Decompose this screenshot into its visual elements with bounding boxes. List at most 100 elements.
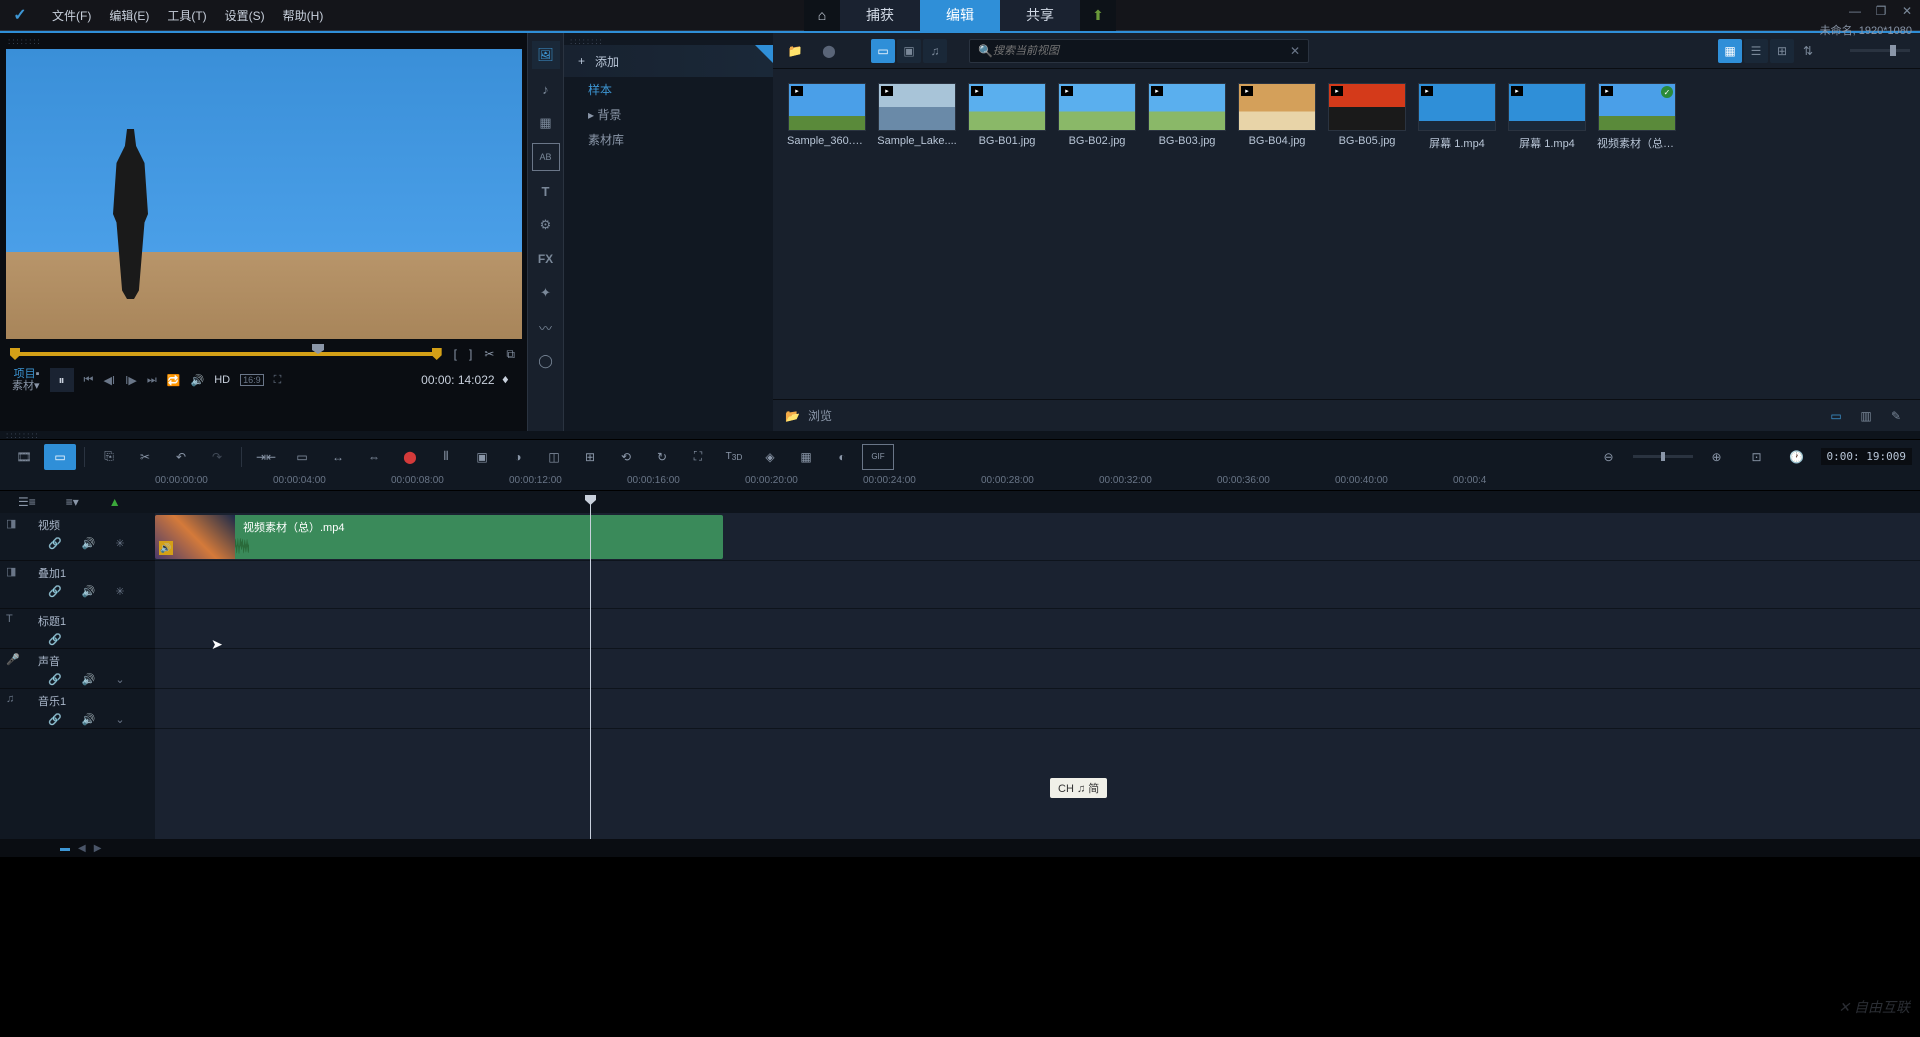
motion-icon[interactable]: ✦ [532,279,560,307]
tl-undo-icon[interactable]: ↶ [165,444,197,470]
track-header-overlay[interactable]: ◨ 叠加1 🔗🔊✳ [0,561,155,609]
view-grid-icon[interactable]: ⊞ [1770,39,1794,63]
mute-icon[interactable]: 🔊 [82,537,96,550]
filter-video-icon[interactable]: ▭ [871,39,895,63]
expand-icon[interactable]: ⌄ [115,713,124,726]
go-start-button[interactable]: ⏮ [84,374,94,387]
tl-trim-icon[interactable]: ⇥⇤ [250,444,282,470]
footer-btn-2-icon[interactable]: ▥ [1854,404,1878,428]
go-end-button[interactable]: ⏭ [147,374,157,387]
menu-tools[interactable]: 工具(T) [167,7,206,24]
mark-out-icon[interactable]: ] [469,347,472,362]
media-thumb[interactable]: ▸BG-B01.jpg [967,83,1047,151]
fx-icon[interactable]: FX [532,245,560,273]
zoom-clock-icon[interactable]: 🕐 [1781,444,1813,470]
menu-help[interactable]: 帮助(H) [283,7,324,24]
split-icon[interactable]: ✂ [484,347,494,362]
tl-roll-icon[interactable]: ⇔ [358,444,390,470]
pause-button[interactable]: ⏸ [50,368,74,392]
thumb-size-slider[interactable] [1850,49,1910,52]
timeline-ruler[interactable]: 00:00:00:0000:00:04:0000:00:08:0000:00:1… [0,473,1920,491]
tl-adjust-icon[interactable]: ◐ [826,444,858,470]
scrub-bar[interactable] [12,352,440,356]
zoom-slider[interactable] [1633,455,1693,458]
tl-copy-icon[interactable]: ⎘ [93,444,125,470]
mute-icon[interactable]: 🔊 [82,713,96,726]
add-media-button[interactable]: + 添加 [564,45,773,77]
view-large-icon[interactable]: ▦ [1718,39,1742,63]
track-opts-2-icon[interactable]: ≡▾ [66,495,79,509]
browse-button[interactable]: 📂 浏览 [785,407,832,424]
link-icon[interactable]: 🔗 [48,633,62,646]
track-lane-overlay[interactable] [155,561,1920,609]
tl-tools-icon[interactable]: ✂ [129,444,161,470]
media-thumb[interactable]: ▸Sample_Lake.... [877,83,957,151]
tl-rate-icon[interactable]: ⟲ [610,444,642,470]
prev-frame-button[interactable]: ◀Ⅰ [103,374,115,387]
expand-button[interactable]: ⛶ [274,374,282,387]
media-thumb[interactable]: ▸✓视频素材（总）.... [1597,83,1677,151]
expand-icon[interactable]: ⌄ [115,673,124,686]
objects-icon[interactable]: ⚙ [532,211,560,239]
scroll-right-icon[interactable]: ▶ [94,843,102,854]
maximize-button[interactable]: ❐ [1874,4,1888,18]
media-library-icon[interactable]: 🖼 [532,41,560,69]
timeline-view-icon[interactable]: ▭ [44,444,76,470]
fx-icon[interactable]: ✳ [115,537,124,550]
track-header-music[interactable]: ♫ 音乐1 🔗🔊⌄ [0,689,155,729]
source-toggle[interactable]: 项目▪素材▾ [12,368,40,392]
media-search[interactable]: 🔍 ✕ [969,39,1309,63]
sort-icon[interactable]: ⇅ [1796,39,1820,63]
hd-toggle[interactable]: HD [214,374,230,386]
link-icon[interactable]: 🔗 [48,585,62,598]
preview-viewport[interactable] [6,49,522,339]
menu-file[interactable]: 文件(F) [52,7,91,24]
tl-slide-icon[interactable]: ↔ [322,444,354,470]
tracking-icon[interactable]: ◯ [532,347,560,375]
panel-grip[interactable]: :::::::: [564,37,773,45]
path-icon[interactable]: 〰 [532,313,560,341]
filter-photo-icon[interactable]: ▣ [897,39,921,63]
track-opts-3-icon[interactable]: ▲ [109,495,121,509]
tl-effect-icon[interactable]: ▦ [790,444,822,470]
footer-btn-3-icon[interactable]: ✎ [1884,404,1908,428]
tree-sample[interactable]: 样本 [564,77,773,102]
track-opts-1-icon[interactable]: ☰≡ [18,495,36,509]
clear-search-icon[interactable]: ✕ [1290,44,1300,58]
track-header-title[interactable]: T 标题1 🔗 [0,609,155,649]
media-thumb[interactable]: ▸BG-B02.jpg [1057,83,1137,151]
track-lane-title[interactable] [155,609,1920,649]
record-icon[interactable]: ⬤ [817,39,841,63]
tl-subtitle-icon[interactable]: ◫ [538,444,570,470]
media-thumb[interactable]: ▸屏幕 1.mp4 [1507,83,1587,151]
media-thumb[interactable]: ▸BG-B03.jpg [1147,83,1227,151]
snapshot-icon[interactable]: ⧉ [506,347,515,362]
link-icon[interactable]: 🔗 [48,713,62,726]
tree-background[interactable]: 背景 [564,102,773,127]
tl-multi-icon[interactable]: ⊞ [574,444,606,470]
audio-library-icon[interactable]: ♪ [532,75,560,103]
timeline-timecode[interactable]: 0:00: 19:009 [1821,448,1912,465]
tl-redo-icon[interactable]: ↷ [201,444,233,470]
titles-ab-icon[interactable]: AB [532,143,560,171]
video-clip[interactable]: 🔊 视频素材（总）.mp4 [155,515,723,559]
volume-button[interactable]: 🔊 [190,374,204,387]
tree-assets[interactable]: 素材库 [564,127,773,152]
panel-grip[interactable]: :::::::: [4,37,523,45]
close-button[interactable]: ✕ [1900,4,1914,18]
panel-grip[interactable]: :::::::: [0,431,1920,439]
scrub-marker-icon[interactable] [312,344,324,354]
search-input[interactable] [993,45,1290,57]
link-icon[interactable]: 🔗 [48,537,62,550]
tab-upload[interactable]: ⬆ [1080,0,1116,31]
tab-capture[interactable]: 捕获 [840,0,920,31]
track-lane-video[interactable]: 🔊 视频素材（总）.mp4 [155,513,1920,561]
fx-icon[interactable]: ✳ [115,585,124,598]
aspect-button[interactable]: 16:9 [240,374,264,386]
link-icon[interactable]: 🔗 [48,673,62,686]
loop-button[interactable]: 🔁 [167,374,181,387]
playhead[interactable] [590,495,591,839]
tl-3d-icon[interactable]: T3D [718,444,750,470]
media-thumb[interactable]: ▸Sample_360.m... [787,83,867,151]
preview-timecode[interactable]: 00:00: 14:022 ♦ [415,371,515,389]
